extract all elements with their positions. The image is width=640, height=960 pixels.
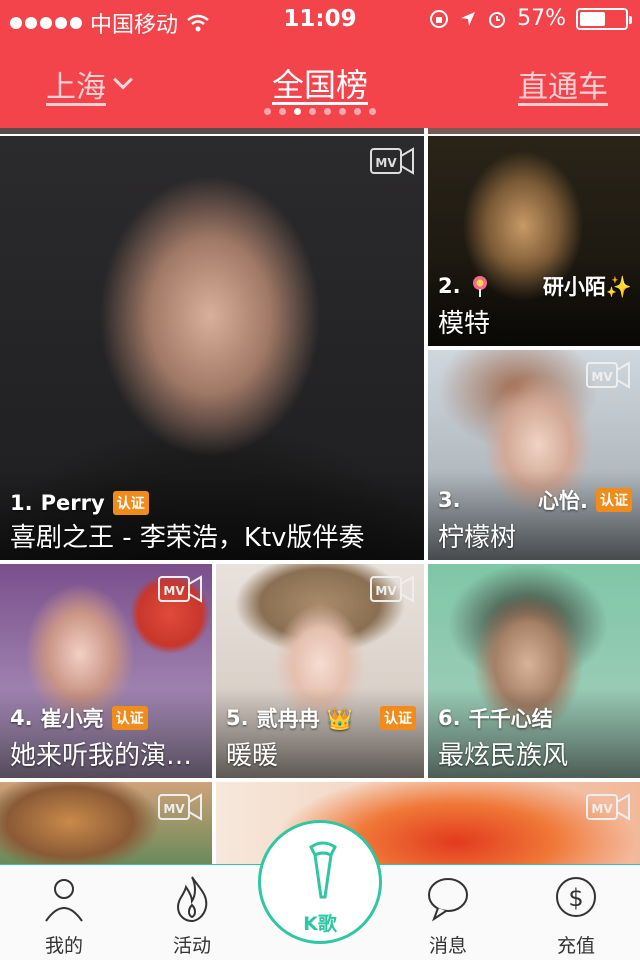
rank-number: 6. bbox=[438, 706, 461, 730]
verified-badge: 认证 bbox=[112, 491, 149, 515]
rank-number: 2. bbox=[438, 274, 461, 298]
song-title: 她来听我的演… bbox=[10, 741, 193, 771]
tile-caption: 5. 贰冉冉 👑 认证 暖暖 bbox=[226, 703, 416, 772]
location-icon bbox=[461, 11, 476, 26]
page-dot bbox=[369, 108, 376, 115]
status-right: 57% bbox=[429, 6, 632, 31]
singer-row: 2. 研小陌✨ bbox=[438, 271, 632, 301]
song-title: 柠檬树 bbox=[438, 523, 517, 553]
tab-karaoke[interactable]: K歌 bbox=[258, 820, 382, 944]
svg-text:$: $ bbox=[568, 884, 583, 912]
express-link[interactable]: 直通车 bbox=[518, 62, 608, 106]
nav-title: 全国榜 bbox=[271, 66, 368, 104]
tab-recharge[interactable]: $ 充值 bbox=[526, 873, 626, 959]
singer-name: 研小陌✨ bbox=[542, 275, 632, 299]
page-dot bbox=[264, 108, 271, 115]
singer-name: Perry bbox=[40, 491, 105, 515]
battery-percent: 57% bbox=[517, 6, 566, 31]
singer-name: 千千心结 bbox=[468, 707, 553, 731]
mv-text: MV bbox=[163, 584, 185, 598]
singer-name: 心怡. bbox=[538, 489, 588, 513]
rank-number: 4. bbox=[10, 706, 33, 730]
tab-label: 消息 bbox=[428, 935, 467, 957]
mv-text: MV bbox=[591, 802, 613, 816]
tab-label: 充值 bbox=[556, 935, 595, 957]
song-title: 暖暖 bbox=[226, 741, 279, 771]
top-nav: 上海 全国榜 直通车 bbox=[0, 40, 640, 128]
tab-activity[interactable]: 活动 bbox=[142, 873, 242, 959]
rank-tile-1[interactable]: MV 1. Perry 认证 喜剧之王 - 李荣浩，Ktv版伴奏 bbox=[0, 136, 424, 560]
mv-text: MV bbox=[375, 584, 397, 598]
header: 中国移动 11:09 57% 上海 全国榜 直通车 bbox=[0, 0, 640, 128]
song-title: 喜剧之王 - 李荣浩，Ktv版伴奏 bbox=[10, 523, 365, 553]
tab-mine[interactable]: 我的 bbox=[14, 873, 114, 959]
tab-label: K歌 bbox=[303, 913, 337, 935]
tile-caption: 3. 心怡. 认证 柠檬树 bbox=[438, 485, 632, 554]
page-dot bbox=[309, 108, 316, 115]
tab-label: 活动 bbox=[172, 935, 211, 957]
previous-row-strip bbox=[428, 128, 640, 134]
lollipop-icon bbox=[472, 276, 487, 297]
singer-row: 5. 贰冉冉 👑 认证 bbox=[226, 703, 416, 733]
chat-bubble-icon bbox=[428, 878, 468, 922]
rank-tile-2[interactable]: 2. 研小陌✨ 模特 bbox=[428, 136, 640, 346]
mv-icon: MV bbox=[586, 793, 630, 821]
mv-text: MV bbox=[591, 370, 613, 384]
rank-tile-5[interactable]: MV 5. 贰冉冉 👑 认证 暖暖 bbox=[216, 564, 424, 778]
singer-row: 4. 崔小亮 认证 bbox=[10, 703, 204, 733]
tile-caption: 6. 千千心结 最炫民族风 bbox=[438, 703, 632, 772]
mv-text: MV bbox=[375, 156, 397, 170]
singer-row: 6. 千千心结 bbox=[438, 703, 632, 733]
verified-badge: 认证 bbox=[111, 706, 148, 730]
rank-number: 5. bbox=[226, 706, 249, 730]
page-dot bbox=[324, 108, 331, 115]
verified-badge: 认证 bbox=[380, 706, 416, 730]
rank-number: 1. bbox=[10, 491, 33, 515]
previous-row-strip bbox=[0, 128, 424, 134]
page-dot bbox=[354, 108, 361, 115]
rank-tile-7[interactable]: MV bbox=[0, 782, 212, 864]
tile-caption: 1. Perry 认证 喜剧之王 - 李荣浩，Ktv版伴奏 bbox=[10, 491, 416, 554]
tile-caption: 2. 研小陌✨ 模特 bbox=[438, 271, 632, 340]
page-indicator bbox=[0, 108, 640, 115]
tab-messages[interactable]: 消息 bbox=[398, 873, 498, 959]
rank-tile-4[interactable]: MV 4. 崔小亮 认证 她来听我的演… bbox=[0, 564, 212, 778]
mv-text: MV bbox=[163, 802, 185, 816]
tab-label: 我的 bbox=[44, 935, 83, 957]
page-dot bbox=[294, 108, 301, 115]
rank-tile-3[interactable]: MV 3. 心怡. 认证 柠檬树 bbox=[428, 350, 640, 560]
dollar-icon: $ bbox=[556, 877, 596, 917]
battery-icon bbox=[576, 7, 632, 30]
ranking-grid: MV 1. Perry 认证 喜剧之王 - 李荣浩，Ktv版伴奏 2. 研小陌✨… bbox=[0, 128, 640, 864]
rank-tile-6[interactable]: 6. 千千心结 最炫民族风 bbox=[428, 564, 640, 778]
mv-icon: MV bbox=[586, 361, 630, 389]
song-title: 最炫民族风 bbox=[438, 741, 569, 771]
verified-badge: 认证 bbox=[596, 488, 632, 512]
song-title: 模特 bbox=[438, 309, 491, 339]
singer-row: 1. Perry 认证 bbox=[10, 491, 416, 515]
alarm-icon bbox=[489, 11, 506, 28]
singer-row: 3. 心怡. 认证 bbox=[438, 485, 632, 515]
rotation-lock-icon bbox=[430, 9, 449, 28]
mv-icon: MV bbox=[158, 793, 202, 821]
singer-name: 崔小亮 bbox=[40, 707, 104, 731]
rank-number: 3. bbox=[438, 488, 461, 512]
avatar-icon bbox=[45, 879, 83, 922]
page-dot bbox=[339, 108, 346, 115]
mv-icon: MV bbox=[370, 147, 414, 175]
microphone-icon bbox=[309, 841, 337, 899]
flame-icon bbox=[176, 876, 208, 923]
status-bar: 中国移动 11:09 57% bbox=[0, 0, 640, 40]
mv-icon: MV bbox=[370, 575, 414, 603]
tile-caption: 4. 崔小亮 认证 她来听我的演… bbox=[10, 703, 204, 772]
mv-icon: MV bbox=[158, 575, 202, 603]
singer-name: 贰冉冉 👑 bbox=[256, 707, 354, 731]
page-dot bbox=[279, 108, 286, 115]
